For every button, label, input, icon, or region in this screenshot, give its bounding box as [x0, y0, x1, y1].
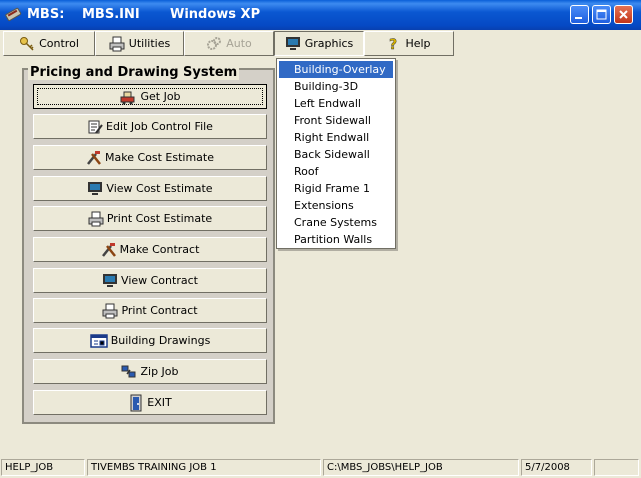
graphics-menu-item-rigid-frame-1[interactable]: Rigid Frame 1 [279, 180, 393, 197]
make-contract-button[interactable]: Make Contract [33, 237, 267, 262]
monitor-icon [88, 181, 103, 195]
make-cost-estimate-label: Make Cost Estimate [104, 151, 214, 164]
svg-text:?: ? [389, 37, 397, 52]
mbs-app-icon[interactable] [4, 6, 22, 22]
close-icon [619, 10, 628, 19]
auto-menu-button[interactable]: Auto [184, 31, 274, 56]
make-cost-estimate-button[interactable]: Make Cost Estimate [33, 145, 267, 170]
exit-icon [130, 394, 142, 411]
utilities-menu-button[interactable]: Utilities [95, 31, 184, 56]
key-icon [20, 36, 34, 51]
view-contract-label: View Contract [121, 274, 198, 287]
graphics-menu-button[interactable]: Graphics [274, 31, 364, 56]
graphics-dropdown: Building-Overlay Building-3D Left Endwal… [276, 58, 396, 249]
building-drawings-button[interactable]: Building Drawings [33, 328, 267, 353]
zip-job-label: Zip Job [140, 365, 179, 378]
main-window: MBS: MBS.INI Windows XP Control Utilitie… [0, 0, 641, 478]
maximize-button[interactable] [592, 5, 611, 24]
graphics-menu-item-front-sidewall[interactable]: Front Sidewall [279, 112, 393, 129]
make-contract-label: Make Contract [119, 243, 200, 256]
panel-title: Pricing and Drawing System [28, 65, 240, 80]
status-job: TIVEMBS TRAINING JOB 1 [87, 459, 321, 476]
menu-bar: Control Utilities Auto Graphics ? Help [0, 30, 641, 58]
status-path: C:\MBS_JOBS\HELP_JOB [323, 459, 519, 476]
zip-icon [121, 365, 136, 377]
print-cost-estimate-button[interactable]: Print Cost Estimate [33, 206, 267, 231]
edit-icon [88, 120, 103, 134]
printer-icon [88, 211, 104, 226]
monitor-icon [103, 273, 118, 287]
view-cost-estimate-button[interactable]: View Cost Estimate [33, 176, 267, 201]
question-icon: ? [389, 36, 398, 52]
graphics-menu-item-building-overlay[interactable]: Building-Overlay [279, 61, 393, 78]
graphics-menu-label: Graphics [304, 37, 354, 50]
truck-icon [120, 91, 135, 104]
utilities-menu-label: Utilities [128, 37, 171, 50]
tools-icon [101, 242, 116, 257]
status-bar: HELP_JOB TIVEMBS TRAINING JOB 1 C:\MBS_J… [0, 457, 641, 478]
edit-job-control-file-button[interactable]: Edit Job Control File [33, 114, 267, 139]
graphics-menu-item-left-endwall[interactable]: Left Endwall [279, 95, 393, 112]
status-extra [594, 459, 639, 476]
printer-icon [102, 303, 118, 318]
graphics-menu-item-right-endwall[interactable]: Right Endwall [279, 129, 393, 146]
graphics-menu-item-building-3d[interactable]: Building-3D [279, 78, 393, 95]
get-job-label: Get Job [140, 90, 181, 103]
graphics-menu-item-partition-walls[interactable]: Partition Walls [279, 231, 393, 248]
print-contract-label: Print Contract [121, 304, 198, 317]
auto-menu-label: Auto [226, 37, 252, 50]
title-bar[interactable]: MBS: MBS.INI Windows XP [0, 0, 641, 30]
exit-button[interactable]: EXIT [33, 390, 267, 415]
print-contract-button[interactable]: Print Contract [33, 298, 267, 323]
building-drawings-label: Building Drawings [110, 334, 211, 347]
printer-icon [109, 36, 125, 51]
control-menu-label: Control [39, 37, 79, 50]
drawing-icon [89, 333, 108, 348]
graphics-menu-item-back-sidewall[interactable]: Back Sidewall [279, 146, 393, 163]
graphics-menu-item-crane-systems[interactable]: Crane Systems [279, 214, 393, 231]
view-cost-estimate-label: View Cost Estimate [106, 182, 213, 195]
tools-icon [87, 150, 101, 165]
zip-job-button[interactable]: Zip Job [33, 359, 267, 384]
status-help: HELP_JOB [1, 459, 85, 476]
window-title-file: MBS.INI [82, 7, 140, 22]
edit-job-control-file-label: Edit Job Control File [106, 120, 213, 133]
window-title-app: MBS: [27, 7, 65, 22]
status-date: 5/7/2008 [521, 459, 592, 476]
help-menu-button[interactable]: ? Help [364, 31, 454, 56]
window-title-os: Windows XP [170, 7, 261, 22]
get-job-button[interactable]: Get Job [33, 84, 267, 109]
graphics-menu-item-extensions[interactable]: Extensions [279, 197, 393, 214]
view-contract-button[interactable]: View Contract [33, 268, 267, 293]
maximize-icon [596, 9, 607, 20]
monitor-icon [285, 36, 300, 50]
minimize-button[interactable] [570, 5, 589, 24]
gear-icon [207, 36, 222, 50]
close-button[interactable] [614, 5, 633, 24]
control-menu-button[interactable]: Control [3, 31, 95, 56]
graphics-menu-item-roof[interactable]: Roof [279, 163, 393, 180]
print-cost-estimate-label: Print Cost Estimate [106, 212, 213, 225]
help-menu-label: Help [405, 37, 431, 50]
minimize-icon [575, 17, 582, 19]
exit-label: EXIT [147, 396, 172, 409]
